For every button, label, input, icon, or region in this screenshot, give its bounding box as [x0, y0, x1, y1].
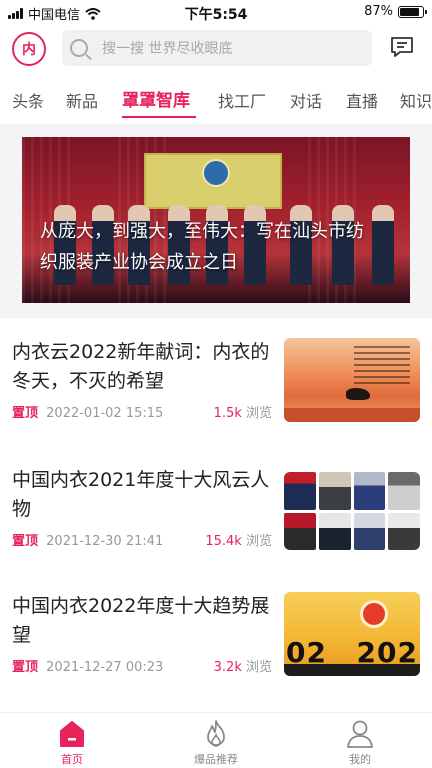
article-views: 3.2k 浏览	[214, 656, 272, 675]
tab-think-tank[interactable]: 罩罩智库	[122, 86, 190, 111]
tab-new-products[interactable]: 新品	[66, 88, 98, 112]
nav-profile[interactable]: 我的	[320, 719, 400, 767]
tab-dialogue[interactable]: 对话	[290, 88, 322, 112]
status-bar: 中国电信 下午5:54 87%	[0, 0, 432, 24]
nav-profile-label: 我的	[349, 753, 371, 766]
bottom-navigation: 首页 爆品推荐 我的	[0, 712, 432, 768]
search-bar[interactable]: 搜一搜 世界尽收眼底	[62, 30, 372, 66]
search-placeholder: 搜一搜 世界尽收眼底	[102, 41, 233, 57]
article-date: 2021-12-27 00:23	[46, 660, 164, 675]
article-thumbnail[interactable]	[284, 338, 420, 422]
views-count: 1.5k	[213, 406, 242, 421]
logo-text: 内	[22, 42, 36, 58]
article-thumbnail[interactable]	[284, 472, 420, 550]
pinned-badge: 置顶	[12, 660, 39, 675]
flame-icon	[207, 720, 225, 747]
article-meta: 置顶 2022-01-02 15:15 1.5k 浏览	[12, 402, 272, 421]
views-label: 浏览	[245, 660, 272, 675]
views-label: 浏览	[245, 406, 272, 421]
search-icon	[70, 39, 88, 57]
views-count: 3.2k	[213, 660, 242, 675]
article-title[interactable]: 中国内衣2022年度十大趋势展望	[12, 592, 274, 650]
category-tabs: 头条 新品 罩罩智库 找工厂 对话 直播 知识	[0, 80, 432, 120]
home-icon	[60, 721, 84, 747]
tab-live[interactable]: 直播	[346, 88, 378, 112]
article-title[interactable]: 内衣云2022新年献词：内衣的冬天，不灭的希望	[12, 338, 274, 396]
message-icon[interactable]	[390, 36, 414, 58]
article-item[interactable]: 中国内衣2021年度十大风云人物 置顶 2021-12-30 21:41 15.…	[0, 466, 432, 576]
article-item[interactable]: 内衣云2022新年献词：内衣的冬天，不灭的希望 置顶 2022-01-02 15…	[0, 338, 432, 448]
article-meta: 置顶 2021-12-27 00:23 3.2k 浏览	[12, 656, 272, 675]
article-item[interactable]: 中国内衣2022年度十大趋势展望 置顶 2021-12-27 00:23 3.2…	[0, 592, 432, 702]
article-thumbnail[interactable]: 02 202	[284, 592, 420, 676]
battery-icon	[398, 5, 427, 18]
active-tab-indicator	[122, 116, 196, 118]
nav-home[interactable]: 首页	[32, 719, 112, 767]
views-count: 15.4k	[205, 534, 242, 549]
hero-stage-sign	[144, 153, 282, 209]
article-title[interactable]: 中国内衣2021年度十大风云人物	[12, 466, 274, 524]
pinned-badge: 置顶	[12, 534, 39, 549]
battery-percent: 87%	[364, 4, 393, 19]
user-icon	[347, 720, 373, 748]
tab-find-factory[interactable]: 找工厂	[218, 88, 266, 112]
nav-home-label: 首页	[61, 753, 83, 766]
status-right: 87%	[364, 4, 427, 19]
tab-headlines[interactable]: 头条	[12, 88, 44, 112]
app-logo[interactable]: 内	[12, 32, 46, 66]
nav-hot-picks-label: 爆品推荐	[194, 753, 238, 766]
pinned-badge: 置顶	[12, 406, 39, 421]
hero-title[interactable]: 从庞大，到强大，至伟大：写在汕头市纺织服装产业协会成立之日	[40, 216, 380, 278]
views-label: 浏览	[245, 534, 272, 549]
app-header: 内 搜一搜 世界尽收眼底	[0, 28, 432, 72]
article-date: 2021-12-30 21:41	[46, 534, 164, 549]
article-views: 15.4k 浏览	[205, 530, 272, 549]
tab-knowledge[interactable]: 知识	[400, 88, 432, 112]
article-views: 1.5k 浏览	[214, 402, 272, 421]
nav-hot-picks[interactable]: 爆品推荐	[176, 719, 256, 767]
article-meta: 置顶 2021-12-30 21:41 15.4k 浏览	[12, 530, 272, 549]
article-date: 2022-01-02 15:15	[46, 406, 164, 421]
